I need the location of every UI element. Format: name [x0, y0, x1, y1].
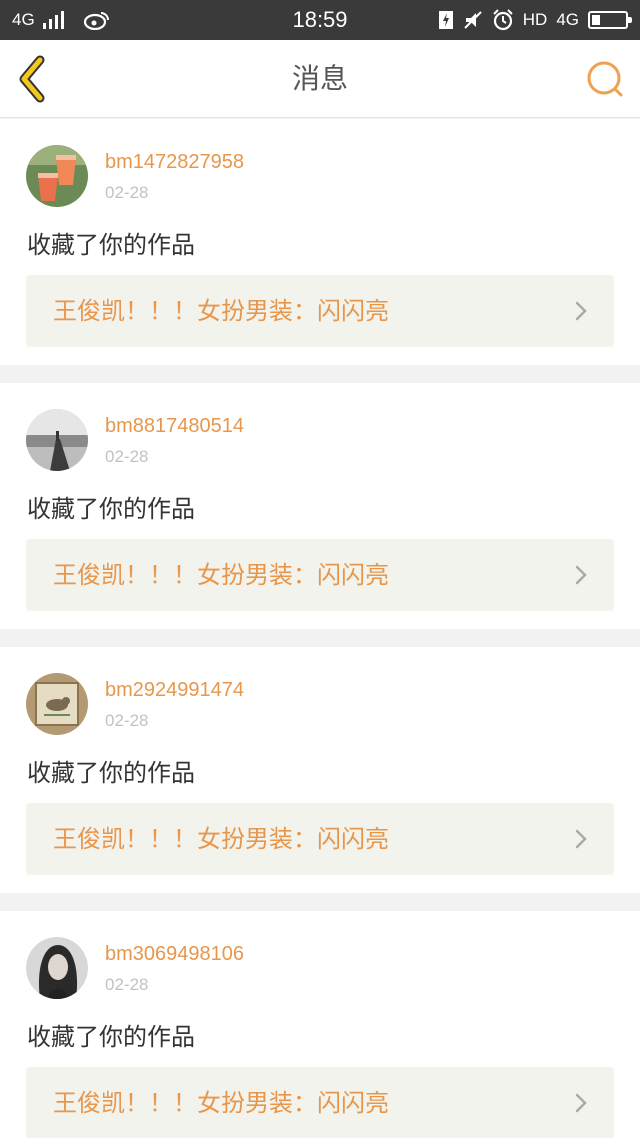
- avatar[interactable]: [26, 409, 88, 471]
- alarm-icon: [493, 9, 513, 31]
- message-date: 02-28: [105, 183, 149, 202]
- work-title: 王俊凯！！！女扮男装：闪闪亮: [53, 825, 389, 853]
- work-title: 王俊凯！！！女扮男装：闪闪亮: [53, 1089, 389, 1117]
- work-title: 王俊凯！！！女扮男装：闪闪亮: [53, 561, 389, 589]
- hd-label: HD: [522, 10, 548, 29]
- avatar[interactable]: [26, 937, 88, 999]
- message-card: bm1472827958 02-28 收藏了你的作品 王俊凯！！！女扮男装：闪闪…: [0, 119, 640, 365]
- action-text: 收藏了你的作品: [27, 231, 195, 259]
- work-link[interactable]: 王俊凯！！！女扮男装：闪闪亮: [26, 803, 614, 875]
- action-text: 收藏了你的作品: [27, 1023, 195, 1051]
- message-card: bm3069498106 02-28 收藏了你的作品 王俊凯！！！女扮男装：闪闪…: [0, 911, 640, 1138]
- search-button[interactable]: [584, 58, 626, 100]
- chevron-right-icon: [575, 301, 587, 321]
- network-type-right: 4G: [556, 10, 579, 29]
- username[interactable]: bm1472827958: [105, 151, 244, 174]
- search-icon: [587, 61, 623, 97]
- message-date: 02-28: [105, 711, 149, 730]
- work-link[interactable]: 王俊凯！！！女扮男装：闪闪亮: [26, 1067, 614, 1138]
- battery-icon: [588, 11, 632, 29]
- nav-header: 消息: [0, 40, 640, 118]
- username[interactable]: bm8817480514: [105, 415, 244, 438]
- message-list: bm1472827958 02-28 收藏了你的作品 王俊凯！！！女扮男装：闪闪…: [0, 119, 640, 1138]
- username[interactable]: bm3069498106: [105, 943, 244, 966]
- chevron-right-icon: [575, 1093, 587, 1113]
- action-text: 收藏了你的作品: [27, 759, 195, 787]
- avatar[interactable]: [26, 673, 88, 735]
- chevron-right-icon: [575, 565, 587, 585]
- message-card: bm8817480514 02-28 收藏了你的作品 王俊凯！！！女扮男装：闪闪…: [0, 383, 640, 629]
- message-date: 02-28: [105, 975, 149, 994]
- username[interactable]: bm2924991474: [105, 679, 244, 702]
- battery-saver-icon: [438, 11, 453, 29]
- avatar[interactable]: [26, 145, 88, 207]
- work-title: 王俊凯！！！女扮男装：闪闪亮: [53, 297, 389, 325]
- page-title: 消息: [291, 62, 348, 95]
- chevron-right-icon: [575, 829, 587, 849]
- status-bar: 4G 18:59 HD 4G: [0, 0, 640, 40]
- status-right: HD 4G: [438, 0, 632, 40]
- work-link[interactable]: 王俊凯！！！女扮男装：闪闪亮: [26, 275, 614, 347]
- message-date: 02-28: [105, 447, 149, 466]
- work-link[interactable]: 王俊凯！！！女扮男装：闪闪亮: [26, 539, 614, 611]
- mute-icon: [464, 11, 482, 29]
- action-text: 收藏了你的作品: [27, 495, 195, 523]
- message-card: bm2924991474 02-28 收藏了你的作品 王俊凯！！！女扮男装：闪闪…: [0, 647, 640, 893]
